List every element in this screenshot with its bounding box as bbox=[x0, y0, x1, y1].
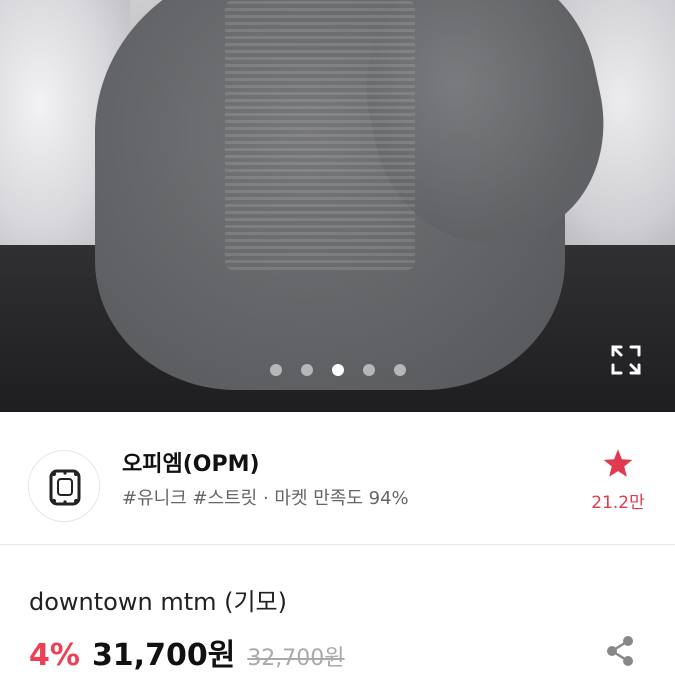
section-divider bbox=[0, 544, 675, 545]
gallery-dot-active[interactable] bbox=[332, 364, 344, 376]
gallery-dot[interactable] bbox=[301, 364, 313, 376]
favorite-count: 21.2만 bbox=[591, 493, 645, 513]
product-name: downtown mtm (기모) bbox=[29, 588, 288, 616]
gallery-dot[interactable] bbox=[394, 364, 406, 376]
store-logo[interactable] bbox=[28, 450, 100, 522]
gallery-dot[interactable] bbox=[270, 364, 282, 376]
product-image-gallery[interactable] bbox=[0, 0, 675, 412]
gallery-pagination bbox=[270, 364, 406, 376]
star-icon bbox=[603, 449, 633, 477]
store-name[interactable]: 오피엠(OPM) bbox=[122, 446, 260, 478]
original-price: 32,700원 bbox=[247, 646, 345, 671]
gallery-dot[interactable] bbox=[363, 364, 375, 376]
store-info-section[interactable]: 오피엠(OPM) #유니크 #스트릿 · 마켓 만족도 94% 21.2만 bbox=[0, 412, 675, 544]
expand-icon[interactable] bbox=[610, 344, 642, 376]
store-tags: #유니크 #스트릿 · 마켓 만족도 94% bbox=[122, 488, 409, 509]
favorite-button[interactable]: 21.2만 bbox=[588, 448, 648, 513]
price-row: 4% 31,700원 32,700원 bbox=[29, 630, 345, 674]
share-icon[interactable] bbox=[604, 634, 636, 668]
sweatshirt-print bbox=[225, 0, 415, 270]
discount-rate: 4% bbox=[29, 638, 80, 673]
sale-price: 31,700원 bbox=[91, 638, 236, 673]
